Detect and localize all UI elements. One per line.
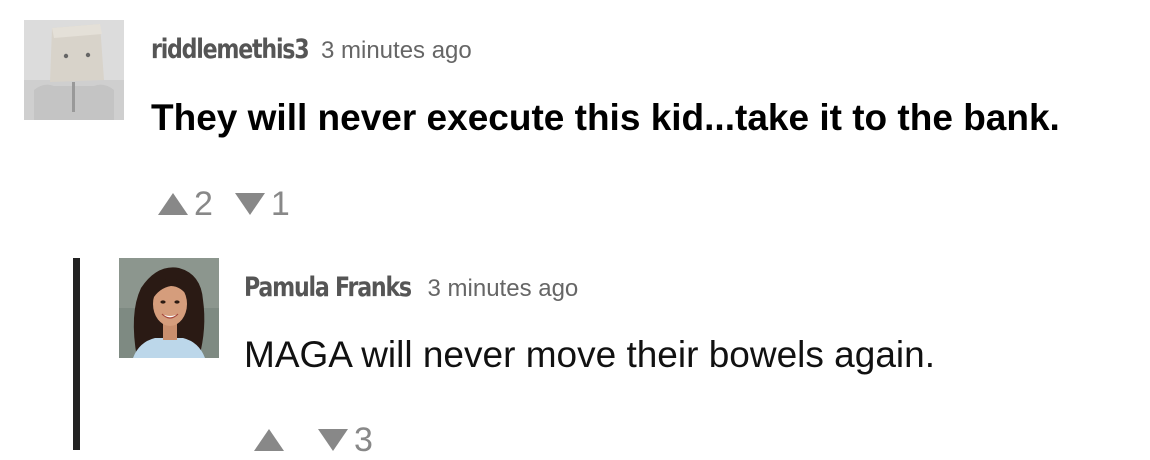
downvote-count: 3 xyxy=(354,420,373,459)
author-name[interactable]: Pamula Franks xyxy=(244,272,412,303)
user-avatar[interactable] xyxy=(119,258,219,358)
comment-body: MAGA will never move their bowels again. xyxy=(244,334,935,375)
woman-portrait-avatar-icon xyxy=(119,258,219,358)
comment-timestamp[interactable]: 3 minutes ago xyxy=(428,275,579,303)
vote-controls: 3 xyxy=(254,420,373,460)
downvote-button[interactable]: 3 xyxy=(318,421,373,460)
upvote-arrow-icon xyxy=(254,429,284,451)
downvote-arrow-icon xyxy=(318,429,348,451)
upvote-button[interactable] xyxy=(254,429,290,451)
comment-reply: Pamula Franks 3 minutes ago MAGA will ne… xyxy=(0,0,1150,459)
comment-meta: Pamula Franks 3 minutes ago xyxy=(244,272,578,303)
